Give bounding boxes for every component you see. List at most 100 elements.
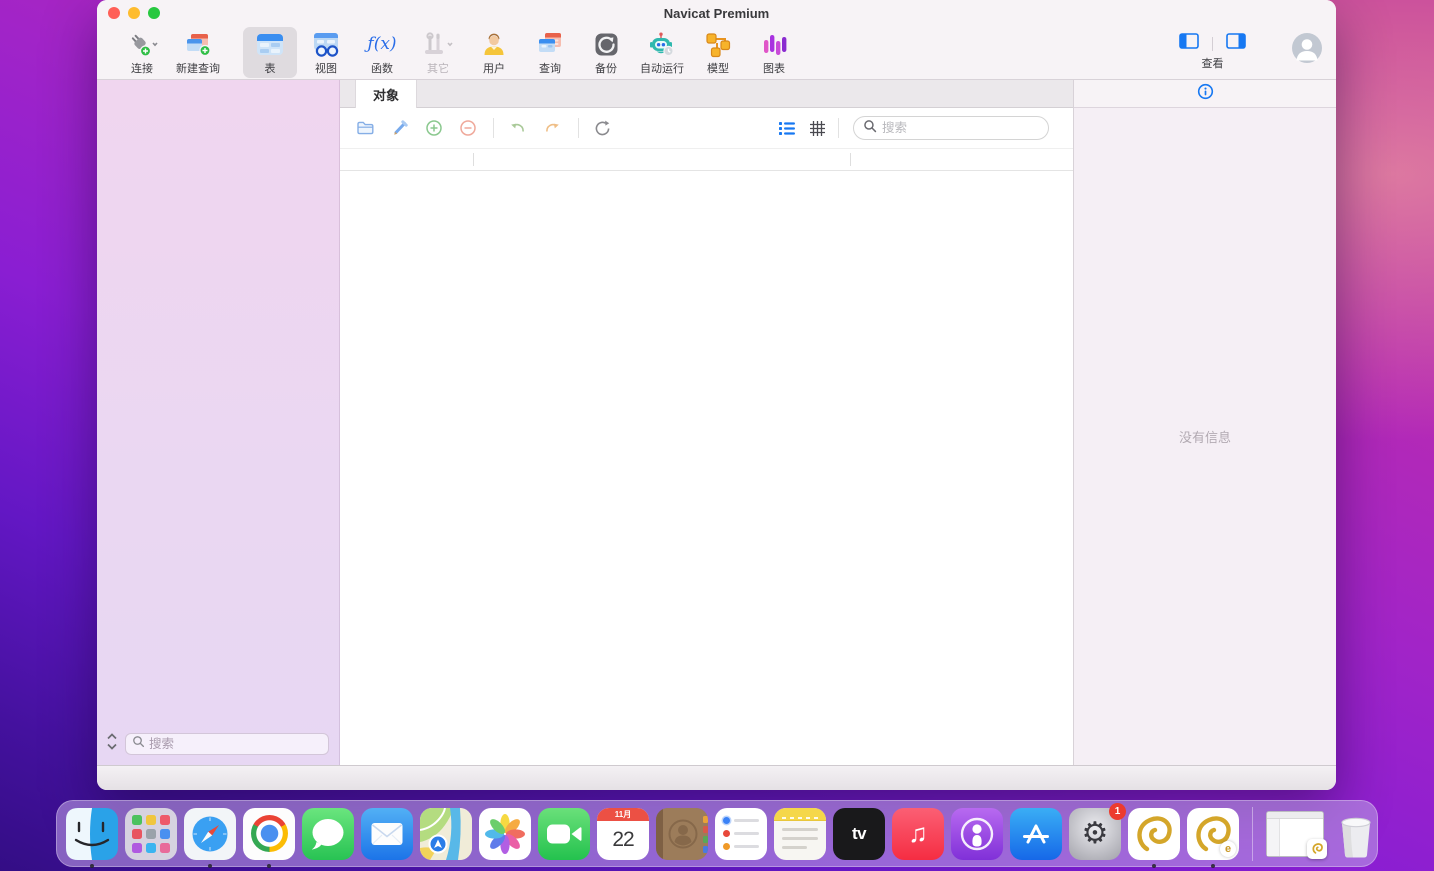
dock-launchpad-icon[interactable]	[125, 808, 177, 860]
dock-photos-icon[interactable]	[479, 808, 531, 860]
toolbar-item-user[interactable]: 用户	[467, 27, 521, 78]
connection-icon	[126, 30, 158, 59]
object-search-input[interactable]	[882, 121, 1039, 135]
toolbar-item-function[interactable]: ƒ(x) 函数	[355, 27, 409, 78]
chart-icon	[760, 30, 788, 59]
object-search-box[interactable]	[853, 116, 1049, 140]
toolbar-item-chart[interactable]: 图表	[747, 27, 801, 78]
automation-robot-icon	[647, 30, 677, 59]
no-info-text: 没有信息	[1179, 427, 1231, 446]
toolbar-item-label: 图表	[763, 60, 785, 76]
design-table-button[interactable]	[391, 119, 409, 137]
toggle-left-sidebar-button[interactable]	[1179, 33, 1199, 54]
toggle-right-panel-button[interactable]	[1226, 33, 1246, 54]
connections-sidebar[interactable]	[97, 80, 340, 765]
toolbar-item-new-query[interactable]: 新建查询	[171, 27, 225, 78]
toolbar-item-label: 查询	[539, 60, 561, 76]
toolbar-item-view[interactable]: 视图	[299, 27, 353, 78]
sidebar-search-input[interactable]	[149, 737, 322, 751]
running-indicator	[208, 864, 212, 868]
new-table-button[interactable]	[425, 119, 443, 137]
list-view-button[interactable]	[778, 120, 796, 136]
dock-reminders-icon[interactable]	[715, 808, 767, 860]
dock-apple-tv-icon[interactable]: tv	[833, 808, 885, 860]
open-table-button[interactable]	[356, 119, 375, 137]
object-list-header[interactable]	[340, 148, 1073, 171]
grid-view-button[interactable]	[809, 120, 826, 137]
divider	[578, 118, 579, 138]
calendar-month: 11月	[597, 808, 649, 821]
status-bar	[97, 765, 1336, 790]
main-toolbar: 连接 新建查询	[97, 26, 1336, 80]
close-button[interactable]	[108, 7, 120, 19]
dock-contacts-icon[interactable]	[656, 808, 708, 860]
toolbar-item-label: 备份	[595, 60, 617, 76]
sort-toggle-icon[interactable]	[105, 732, 119, 756]
toolbar-item-backup[interactable]: 备份	[579, 27, 633, 78]
export-wizard-button[interactable]	[543, 119, 562, 137]
backup-icon	[593, 30, 620, 59]
zoom-button[interactable]	[148, 7, 160, 19]
main-area: 对象	[340, 80, 1073, 765]
window-title: Navicat Premium	[664, 6, 770, 21]
traffic-lights	[108, 7, 160, 19]
toolbar-item-connection[interactable]: 连接	[115, 27, 169, 78]
tools-icon	[421, 30, 455, 59]
object-list-empty-area[interactable]	[340, 171, 1073, 765]
dock-navicat-icon[interactable]	[1128, 808, 1180, 860]
dock-finder-icon[interactable]	[66, 808, 118, 860]
toolbar-item-label: 用户	[483, 60, 505, 76]
column-divider[interactable]	[473, 153, 474, 166]
notification-badge: 1	[1109, 803, 1126, 820]
search-icon	[863, 119, 877, 138]
query-icon	[536, 30, 564, 59]
toolbar-item-label: 自动运行	[640, 60, 684, 76]
view-icon	[311, 30, 341, 59]
dock-podcasts-icon[interactable]	[951, 808, 1003, 860]
titlebar[interactable]: Navicat Premium	[97, 0, 1336, 26]
toolbar-item-query[interactable]: 查询	[523, 27, 577, 78]
toolbar-item-label: 表	[265, 60, 276, 76]
toolbar-item-other[interactable]: 其它	[411, 27, 465, 78]
dock-divider	[1252, 807, 1253, 861]
user-icon	[480, 30, 508, 59]
tab-bar[interactable]: 对象	[340, 80, 1073, 108]
dock-notes-icon[interactable]	[774, 808, 826, 860]
dock-messages-icon[interactable]	[302, 808, 354, 860]
toolbar-item-automation[interactable]: 自动运行	[635, 27, 689, 78]
info-icon[interactable]	[1197, 83, 1214, 105]
dock-facetime-icon[interactable]	[538, 808, 590, 860]
toolbar-right-group: 查看	[1179, 27, 1322, 71]
desktop-wallpaper: Navicat Premium	[0, 0, 1434, 871]
dock-trash-icon[interactable]	[1331, 808, 1381, 860]
refresh-button[interactable]	[593, 119, 612, 138]
dock-safari-icon[interactable]	[184, 808, 236, 860]
gear-icon: ⚙	[1082, 816, 1109, 851]
view-group-label: 查看	[1202, 55, 1224, 71]
minimize-button[interactable]	[128, 7, 140, 19]
dock-calendar-icon[interactable]: 11月 22	[597, 808, 649, 860]
toolbar-item-label: 视图	[315, 60, 337, 76]
toolbar-item-table[interactable]: 表	[243, 27, 297, 78]
toolbar-item-model[interactable]: 模型	[691, 27, 745, 78]
dock-music-icon[interactable]: ♫	[892, 808, 944, 860]
dock-minimized-window[interactable]	[1266, 811, 1324, 857]
calendar-day: 22	[597, 821, 649, 860]
music-note-glyph: ♫	[908, 818, 928, 849]
delete-table-button[interactable]	[459, 119, 477, 137]
account-avatar[interactable]	[1292, 27, 1322, 68]
tab-objects[interactable]: 对象	[355, 80, 417, 108]
column-divider[interactable]	[850, 153, 851, 166]
sidebar-search-box[interactable]	[125, 733, 329, 755]
dock-system-preferences-icon[interactable]: ⚙ 1	[1069, 808, 1121, 860]
dock-app-store-icon[interactable]	[1010, 808, 1062, 860]
dock-navicat-essentials-icon[interactable]: e	[1187, 808, 1239, 860]
info-panel-body: 没有信息	[1074, 108, 1336, 765]
import-wizard-button[interactable]	[508, 119, 527, 137]
dock: 11月 22 tv	[56, 800, 1378, 867]
running-indicator	[267, 864, 271, 868]
dock-maps-icon[interactable]	[420, 808, 472, 860]
dock-chrome-icon[interactable]	[243, 808, 295, 860]
dock-mail-icon[interactable]	[361, 808, 413, 860]
divider	[1212, 37, 1213, 51]
